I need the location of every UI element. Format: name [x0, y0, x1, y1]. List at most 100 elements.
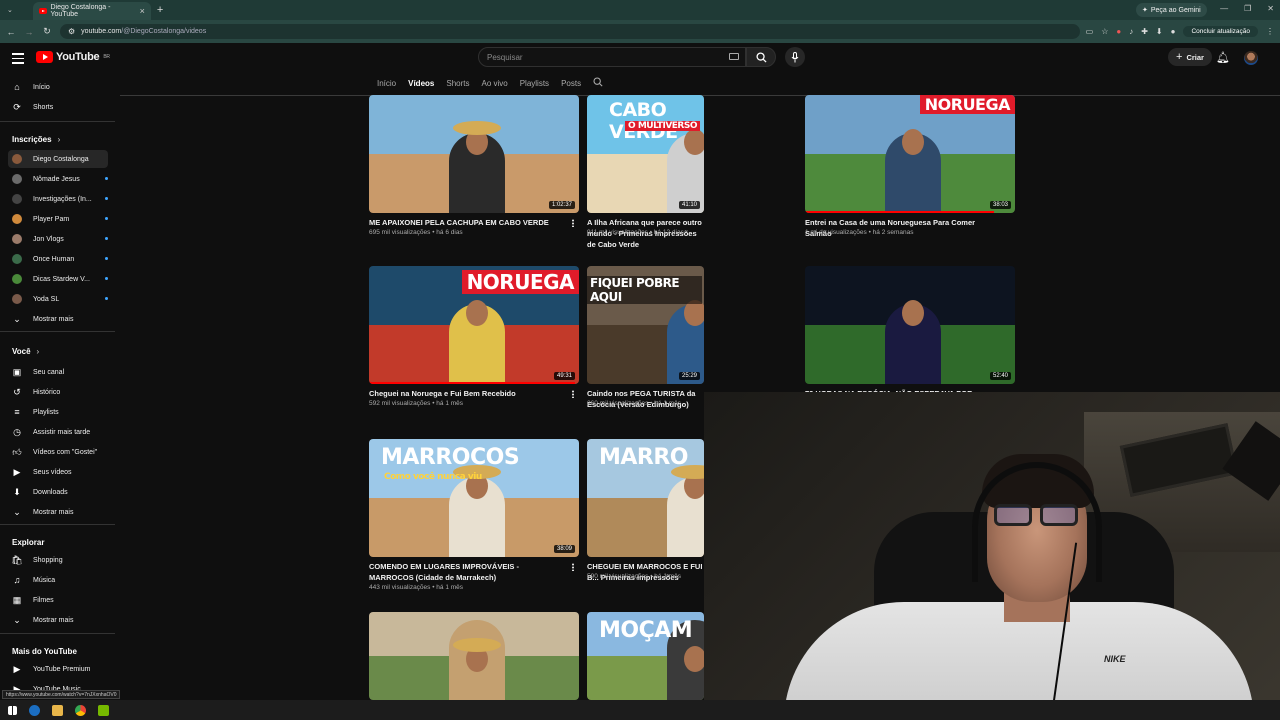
- sidebar-item-subscription[interactable]: Player Pam: [8, 210, 108, 228]
- nvidia-icon[interactable]: [98, 704, 109, 716]
- extension-icon[interactable]: ●: [1116, 27, 1121, 36]
- sidebar-item-show-more-2[interactable]: ⌄ Mostrar mais: [8, 503, 108, 521]
- video-title[interactable]: Cheguei na Noruega e Fui Bem Recebido: [369, 388, 559, 399]
- sidebar-item-subscription[interactable]: Dicas Stardew V...: [8, 270, 108, 288]
- subscriptions-header[interactable]: Inscrições ›: [12, 135, 60, 144]
- sidebar-item-you-1[interactable]: ↺ Histórico: [8, 383, 108, 401]
- sidebar-item-you-0[interactable]: ▣ Seu canal: [8, 363, 108, 381]
- forward-icon[interactable]: →: [22, 27, 36, 37]
- video-thumbnail[interactable]: [369, 612, 579, 700]
- close-window-icon[interactable]: ✕: [1267, 4, 1274, 13]
- sidebar-item-label: Jon Vlogs: [33, 235, 64, 243]
- steam-icon[interactable]: [29, 704, 40, 716]
- video-thumbnail[interactable]: NORUEGA 38:03: [805, 95, 1015, 213]
- youtube-wordmark: YouTube: [56, 51, 100, 63]
- search-button[interactable]: [746, 47, 776, 67]
- video-thumbnail[interactable]: MOÇAM: [587, 612, 704, 700]
- audio-icon[interactable]: ♪: [1129, 27, 1133, 36]
- sidebar-item-subscription[interactable]: Investigações (In...: [8, 190, 108, 208]
- notifications-bell-icon[interactable]: 🔔︎: [1216, 51, 1230, 64]
- sidebar-item-explore-1[interactable]: ♫ Música: [8, 571, 108, 589]
- sidebar-item-explore-2[interactable]: ▦ Filmes: [8, 591, 108, 609]
- sidebar-item-show-more-3[interactable]: ⌄ Mostrar mais: [8, 611, 108, 629]
- video-title[interactable]: ME APAIXONEI PELA CACHUPA EM CABO VERDE: [369, 217, 559, 228]
- channel-search-icon[interactable]: [593, 77, 603, 89]
- sidebar-item-home[interactable]: ⌂ Início: [8, 78, 108, 96]
- restore-icon[interactable]: ❐: [1244, 4, 1251, 13]
- bookmark-star-icon[interactable]: ☆: [1101, 27, 1108, 36]
- sidebar-item-you-2[interactable]: ≡ Playlists: [8, 403, 108, 421]
- start-windows-icon[interactable]: [8, 705, 17, 715]
- video-menu-icon[interactable]: [572, 390, 574, 398]
- sidebar-item-label: Shorts: [33, 103, 54, 111]
- tab-3[interactable]: Ao vivo: [481, 79, 507, 88]
- sidebar-item-you-3[interactable]: ◷ Assistir mais tarde: [8, 423, 108, 441]
- you-header[interactable]: Você ›: [12, 347, 39, 356]
- video-thumbnail[interactable]: MARRO: [587, 439, 704, 557]
- close-tab-icon[interactable]: ×: [140, 6, 145, 16]
- sidebar-item-subscription[interactable]: Diego Costalonga: [8, 150, 108, 168]
- search-input[interactable]: Pesquisar: [478, 47, 746, 67]
- menu-dots-icon[interactable]: ⋮: [1266, 27, 1274, 36]
- video-menu-icon[interactable]: [572, 219, 574, 227]
- sidebar-item-show-more[interactable]: ⌄ Mostrar mais: [8, 310, 108, 328]
- tab-2[interactable]: Shorts: [446, 79, 469, 88]
- video-thumbnail[interactable]: MARROCOS Como você nunca viu 38:09: [369, 439, 579, 557]
- thumb-person-head: [902, 300, 924, 326]
- sidebar-item-shorts[interactable]: ⟳ Shorts: [8, 98, 108, 116]
- keyboard-icon[interactable]: [729, 53, 739, 60]
- chevron-down-icon: ⌄: [13, 313, 21, 324]
- chrome-icon[interactable]: [75, 704, 86, 716]
- tab-list-chevron-icon[interactable]: ⌄: [7, 6, 13, 14]
- download-icon[interactable]: ⬇: [1156, 27, 1163, 36]
- sidebar-item-you-6[interactable]: ⬇ Downloads: [8, 483, 108, 501]
- video-meta: 360 mil visualizações • há 1 mês: [587, 400, 682, 407]
- section-title: Mais do YouTube: [12, 647, 77, 656]
- sidebar-item-more-0[interactable]: ▶ YouTube Premium: [8, 660, 108, 678]
- cast-icon[interactable]: ▭: [1086, 27, 1094, 36]
- minimize-icon[interactable]: —: [1220, 4, 1228, 13]
- voice-search-button[interactable]: [785, 47, 805, 67]
- sidebar-item-subscription[interactable]: Yoda SL: [8, 290, 108, 308]
- sidebar-item-explore-0[interactable]: 🛍︎ Shopping: [8, 551, 108, 569]
- account-avatar[interactable]: [1244, 51, 1258, 65]
- new-content-dot: [105, 257, 108, 260]
- section-title: Inscrições: [12, 135, 52, 144]
- reload-icon[interactable]: ↻: [40, 26, 54, 37]
- youtube-logo[interactable]: YouTube BR: [36, 51, 110, 63]
- back-icon[interactable]: ←: [4, 27, 18, 37]
- profile-icon[interactable]: ●: [1171, 27, 1176, 36]
- channel-avatar: [12, 194, 22, 204]
- sidebar-item-subscription[interactable]: Nômade Jesus: [8, 170, 108, 188]
- site-info-icon[interactable]: ⚙: [68, 27, 75, 36]
- explore-header[interactable]: Explorar: [12, 538, 44, 547]
- tab-0[interactable]: Início: [377, 79, 396, 88]
- gemini-button[interactable]: ✦ Peça ao Gemini: [1136, 3, 1207, 17]
- video-thumbnail[interactable]: CABO VERDE O MULTIVERSO 41:10: [587, 95, 704, 213]
- sidebar-item-subscription[interactable]: Jon Vlogs: [8, 230, 108, 248]
- video-menu-icon[interactable]: [572, 563, 574, 571]
- address-field[interactable]: ⚙ youtube.com/@DiegoCostalonga/videos: [60, 24, 1080, 39]
- tab-1[interactable]: Vídeos: [408, 79, 434, 88]
- video-thumbnail[interactable]: NORUEGA 49:31: [369, 266, 579, 384]
- video-thumbnail[interactable]: FIQUEI POBRE AQUI 25:29: [587, 266, 704, 384]
- sidebar-item-label: Diego Costalonga: [33, 155, 89, 163]
- new-tab-button[interactable]: +: [157, 4, 163, 16]
- sidebar-item-you-4[interactable]: 👍︎ Vídeos com "Gostei": [8, 443, 108, 461]
- tab-4[interactable]: Playlists: [520, 79, 549, 88]
- video-thumbnail[interactable]: 52:40: [805, 266, 1015, 384]
- youtube-play-icon: [36, 51, 53, 63]
- extension-puzzle-icon[interactable]: ✚: [1141, 27, 1148, 36]
- tab-5[interactable]: Posts: [561, 79, 581, 88]
- create-button[interactable]: + Criar: [1168, 48, 1212, 66]
- video-title[interactable]: COMENDO EM LUGARES IMPROVÁVEIS - MARROCO…: [369, 561, 559, 583]
- sidebar-item-subscription[interactable]: Once Human: [8, 250, 108, 268]
- sidebar-item-you-5[interactable]: ▶ Seus vídeos: [8, 463, 108, 481]
- sidebar-item-label: Yoda SL: [33, 295, 60, 303]
- hamburger-menu-icon[interactable]: [12, 53, 24, 67]
- more-youtube-header[interactable]: Mais do YouTube: [12, 647, 77, 656]
- browser-tab[interactable]: Diego Costalonga - YouTube ×: [32, 2, 151, 20]
- video-thumbnail[interactable]: 1:02:37: [369, 95, 579, 213]
- update-button[interactable]: Concluir atualização: [1183, 26, 1258, 37]
- file-explorer-icon[interactable]: [52, 704, 63, 716]
